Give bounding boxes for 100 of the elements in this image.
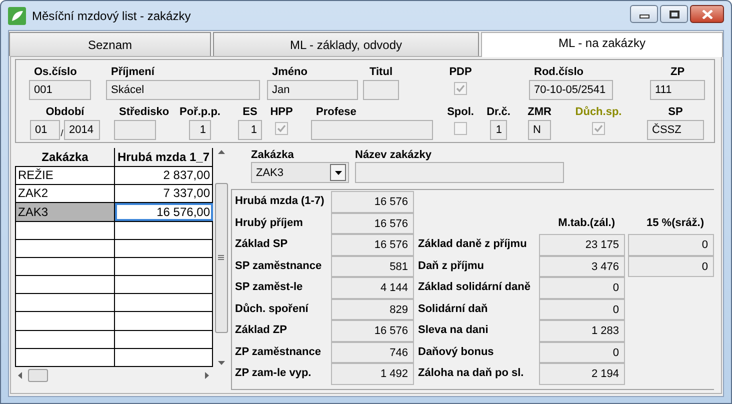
separator-text: / (60, 127, 64, 140)
value-field: 16 576 (331, 191, 414, 212)
scroll-thumb[interactable] (28, 368, 48, 382)
field-label: Název zakázky (355, 148, 432, 162)
row-label: Hrubá mzda (1-7) (235, 194, 326, 209)
row-label: Hrubý příjem (235, 216, 304, 230)
column-header: 15 %(sráž.) (646, 216, 705, 231)
row-label: Základ solidární daně (418, 280, 532, 295)
amount-input[interactable]: 16 576,00 (114, 202, 212, 222)
input-field[interactable]: ČSSZ (647, 120, 704, 140)
value-field: 16 576 (331, 212, 414, 234)
field-label: Profese (315, 105, 356, 120)
column-header[interactable]: Zakázka (16, 148, 114, 167)
row-label: Důch. spoření (235, 302, 310, 316)
leaf-logo-icon (8, 6, 26, 24)
table-cell: 2 837,00 (114, 166, 212, 185)
value-field: 746 (331, 342, 414, 363)
left-arrow-icon[interactable] (18, 372, 22, 378)
input-field[interactable]: 1 (189, 120, 211, 140)
row-label: Daňový bonus (418, 344, 495, 360)
value-field: 16 576 (331, 320, 414, 342)
table-cell: 7 337,00 (114, 184, 212, 203)
column-header: M.tab.(zál.) (557, 216, 616, 231)
input-field[interactable]: 001 (29, 80, 91, 100)
value-field: 2 194 (539, 363, 625, 384)
dropdown-arrow-icon (334, 170, 342, 174)
column-header[interactable]: Hrubá mzda 1_7 (114, 148, 212, 167)
value-field: 23 175 (539, 234, 625, 256)
year-field[interactable]: 2014 (64, 120, 100, 140)
field-label: HPP (270, 105, 293, 120)
input-field[interactable]: Jan (267, 80, 358, 100)
row-label: ZP zaměstnance (235, 344, 322, 360)
row-label: ZP zam-le vyp. (235, 366, 312, 381)
value-field: 16 576 (331, 234, 414, 256)
input-field[interactable]: 1 (238, 120, 262, 140)
value-field: 0 (628, 256, 714, 277)
row-label: Základ daně z příjmu (418, 237, 528, 252)
value-field: 3 476 (539, 256, 625, 277)
value-field: 0 (539, 277, 625, 298)
field-label: Rod.číslo (533, 65, 584, 80)
row-label: Solidární daň (418, 302, 489, 316)
field-label: Dr.č. (486, 105, 510, 120)
row-label: SP zaměstnance (235, 258, 323, 274)
field-label: Jméno (271, 65, 308, 80)
input-field[interactable] (363, 80, 399, 100)
field-label: Středisko (118, 105, 170, 120)
value-field: 0 (539, 298, 625, 320)
tab[interactable]: ML - základy, odvody (213, 32, 479, 56)
window-title: Měsíční mzdový list - zakázky (32, 8, 191, 22)
input-field[interactable]: 111 (650, 80, 705, 100)
right-arrow-icon[interactable] (205, 372, 209, 378)
input-field[interactable]: Skácel (106, 80, 260, 100)
value-field: 1 283 (539, 320, 625, 342)
month-field[interactable]: 01 (30, 120, 60, 140)
table-cell[interactable]: ZAK3 (16, 202, 114, 222)
field-label: Poř.p.p. (180, 105, 220, 120)
value-field: 0 (539, 342, 625, 363)
value-field: 4 144 (331, 277, 414, 298)
field-label: SP (668, 105, 683, 120)
field-label: ES (242, 105, 258, 120)
down-arrow-icon[interactable] (218, 361, 224, 365)
up-arrow-icon[interactable] (218, 150, 224, 154)
value-field: 1 492 (331, 363, 414, 384)
table-cell: REŽIE (16, 166, 114, 185)
row-label: Základ ZP (235, 323, 288, 338)
input-field[interactable]: 70-10-05/2541 (529, 80, 613, 100)
field-label: Důch.sp. (575, 105, 622, 120)
field-label: Titul (369, 65, 392, 80)
close-button[interactable] (690, 5, 724, 23)
minimize-button[interactable] (630, 5, 658, 23)
row-label: Daň z příjmu (418, 258, 486, 274)
field-label: ZP (670, 65, 685, 80)
input-field[interactable]: 1 (490, 120, 507, 140)
value-field: 0 (628, 234, 714, 256)
field-label: Období (46, 105, 84, 120)
field-label: Os.číslo (33, 65, 77, 80)
job-dropdown[interactable]: ZAK3 (251, 162, 349, 183)
maximize-button[interactable] (660, 5, 688, 23)
value-field: 829 (331, 298, 414, 320)
input-field[interactable] (355, 162, 564, 183)
grip-icon (218, 255, 224, 260)
input-field[interactable] (311, 120, 433, 140)
field-label: ZMR (528, 105, 552, 120)
tab[interactable]: ML - na zakázky (481, 32, 723, 57)
row-label: Základ SP (235, 237, 289, 252)
row-label: SP zaměst-le (235, 280, 304, 295)
field-label: Spol. (447, 105, 474, 120)
input-field[interactable] (114, 120, 156, 140)
field-label: PDP (449, 65, 472, 80)
field-label: Zakázka (251, 148, 295, 162)
row-label: Záloha na daň po sl. (418, 366, 525, 381)
row-label: Sleva na dani (418, 323, 490, 338)
tab[interactable]: Seznam (9, 32, 211, 56)
scroll-thumb[interactable] (214, 182, 228, 332)
input-field[interactable]: N (528, 120, 551, 140)
maximize-icon (668, 10, 680, 18)
field-label: Příjmení (110, 65, 154, 80)
value-field: 581 (331, 256, 414, 277)
close-icon (702, 10, 712, 18)
dropdown-value: ZAK3 (256, 166, 284, 178)
